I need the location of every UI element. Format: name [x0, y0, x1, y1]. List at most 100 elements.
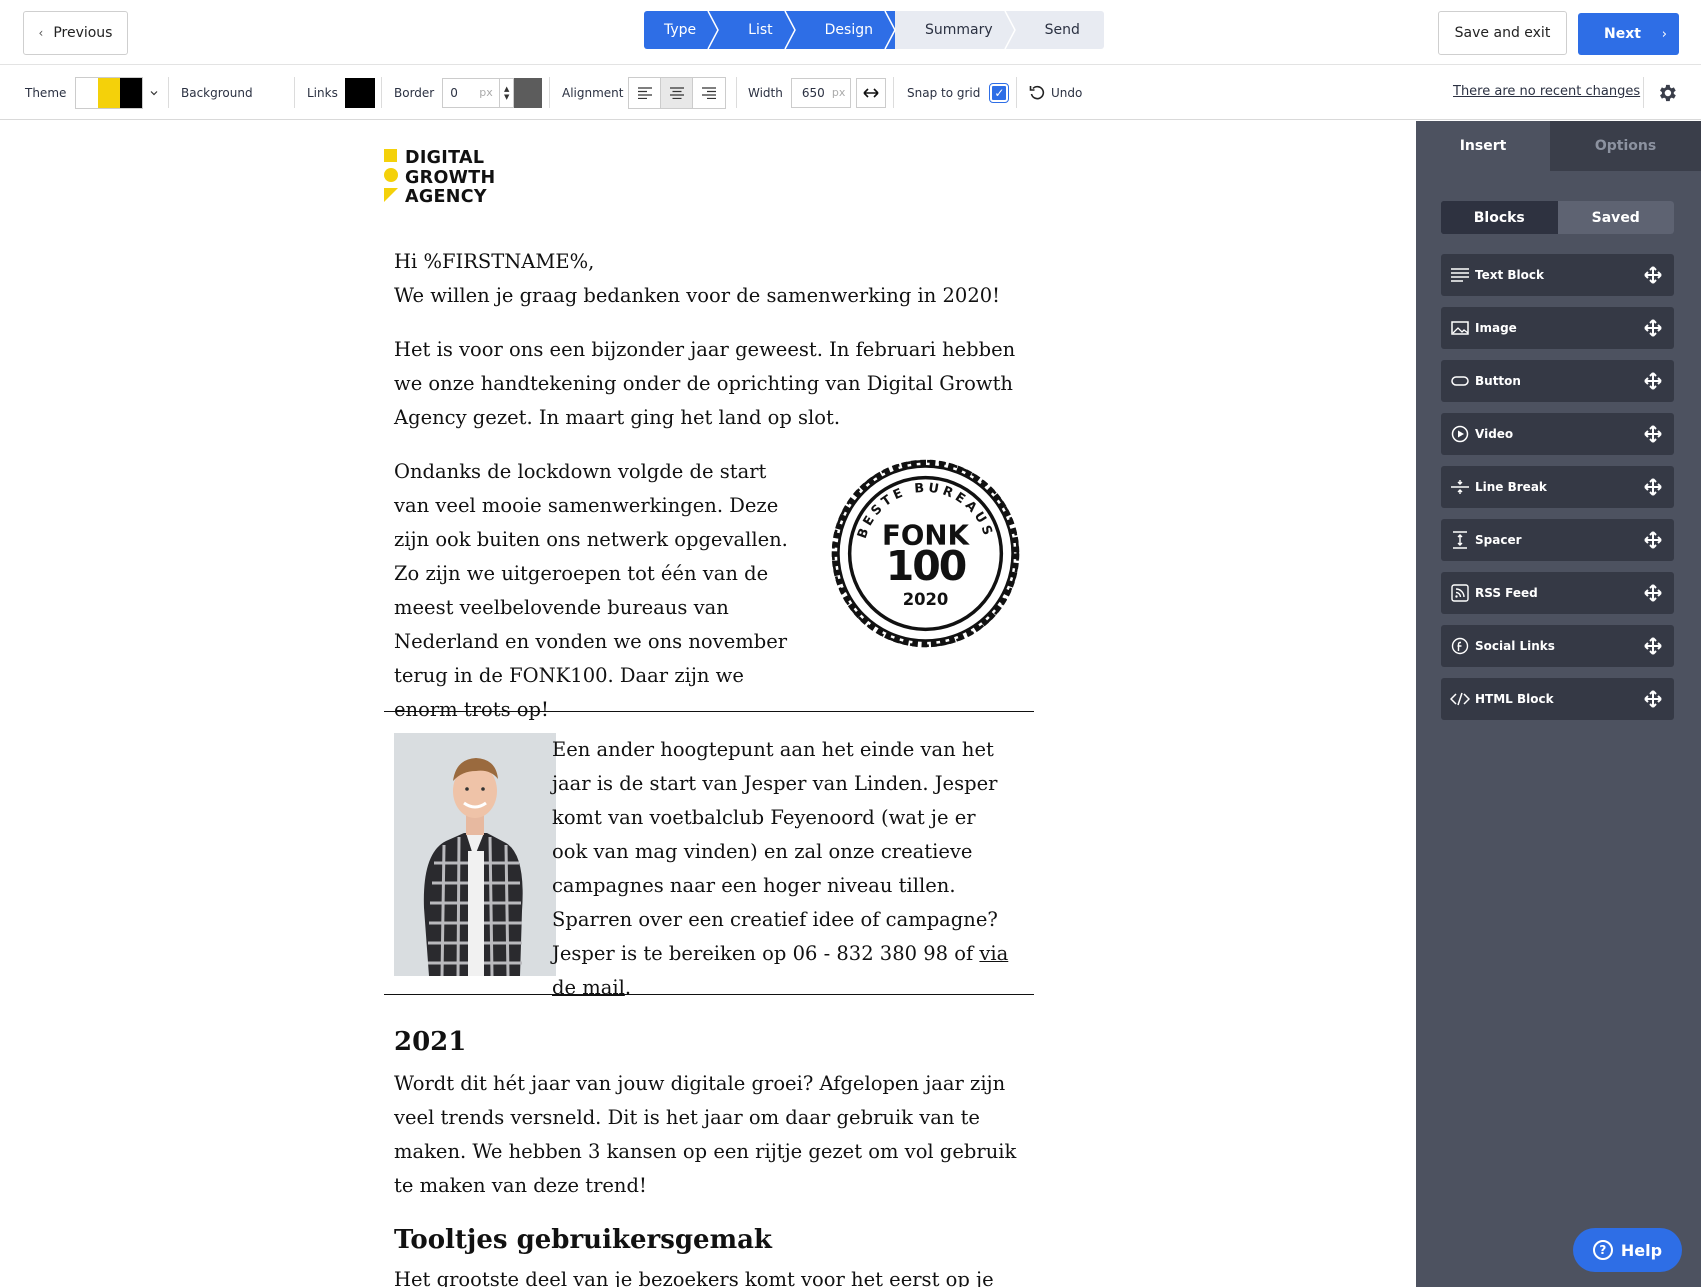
- text-block-2021[interactable]: Wordt dit hét jaar van jouw digitale gro…: [394, 1067, 1024, 1203]
- chevron-left-icon: ‹: [38, 26, 44, 40]
- panel-tabs: Insert Options: [1416, 121, 1701, 171]
- border-width-input[interactable]: 0 px ▲ ▼: [442, 77, 515, 108]
- step-design-label: Design: [824, 22, 873, 38]
- background-control[interactable]: Background: [181, 65, 253, 120]
- move-icon[interactable]: [1644, 584, 1662, 602]
- text-block-icon: [1450, 265, 1470, 285]
- block-item-button[interactable]: Button: [1441, 360, 1674, 402]
- badge-year-text: 2020: [903, 590, 949, 609]
- tab-options[interactable]: Options: [1550, 121, 1701, 171]
- block-label: Text Block: [1475, 268, 1544, 282]
- question-icon: ?: [1592, 1240, 1613, 1260]
- heading-tooltjes[interactable]: Tooltjes gebruikersgemak: [394, 1225, 772, 1255]
- theme-label: Theme: [25, 85, 67, 100]
- jesper-text-end: .: [624, 976, 632, 999]
- text-block-tooltjes[interactable]: Het grootste deel van je bezoekers komt …: [394, 1263, 1024, 1287]
- step-summary[interactable]: Summary: [894, 11, 1016, 49]
- text-block-greeting[interactable]: Hi %FIRSTNAME%, We willen je graag bedan…: [394, 245, 1024, 313]
- line-break[interactable]: [384, 994, 1034, 995]
- save-and-exit-button[interactable]: Save and exit: [1438, 11, 1567, 55]
- move-icon[interactable]: [1644, 266, 1662, 284]
- move-icon[interactable]: [1644, 637, 1662, 655]
- align-right-button[interactable]: [693, 78, 725, 108]
- block-label: HTML Block: [1475, 692, 1554, 706]
- block-item-video[interactable]: Video: [1441, 413, 1674, 455]
- block-label: Video: [1475, 427, 1514, 441]
- tab-insert[interactable]: Insert: [1416, 121, 1550, 171]
- links-control: Links: [307, 65, 375, 120]
- team-member-photo[interactable]: [394, 733, 556, 976]
- text-block-jesper[interactable]: Een ander hoogtepunt aan het einde van h…: [552, 733, 1012, 1005]
- blocks-saved-toggle: Blocks Saved: [1441, 201, 1674, 234]
- step-send[interactable]: Send: [1014, 11, 1104, 49]
- step-list[interactable]: List: [718, 11, 796, 49]
- move-icon[interactable]: [1644, 690, 1662, 708]
- align-left-icon: [637, 86, 652, 99]
- step-type-label: Type: [664, 22, 697, 38]
- next-button[interactable]: Next ›: [1578, 13, 1679, 55]
- horizontal-arrows-icon: [863, 87, 879, 98]
- email-canvas[interactable]: DIGITAL GROWTH AGENCY Hi %FIRSTNAME%, We…: [0, 121, 1416, 1287]
- step-send-label: Send: [1044, 22, 1080, 38]
- block-item-rss-feed[interactable]: RSS Feed: [1441, 572, 1674, 614]
- align-center-button[interactable]: [661, 77, 694, 108]
- recent-changes-link[interactable]: There are no recent changes: [1453, 84, 1640, 99]
- heading-2021[interactable]: 2021: [394, 1027, 466, 1057]
- move-icon[interactable]: [1644, 319, 1662, 337]
- block-item-social-links[interactable]: Social Links: [1441, 625, 1674, 667]
- help-button[interactable]: ? Help: [1573, 1228, 1682, 1272]
- border-color-picker[interactable]: [514, 77, 543, 108]
- step-separator-icon: [884, 11, 896, 49]
- undo-button[interactable]: Undo: [1029, 65, 1082, 120]
- move-icon[interactable]: [1644, 425, 1662, 443]
- move-icon[interactable]: [1644, 478, 1662, 496]
- line-break[interactable]: [384, 711, 1034, 712]
- snap-to-grid-checkbox[interactable]: ✓: [989, 82, 1010, 103]
- fonk100-badge-image[interactable]: BESTE BUREAUS FONK 100 2020: [823, 451, 1028, 656]
- width-control: Width 650 px: [748, 65, 886, 120]
- width-input[interactable]: 650 px: [790, 77, 851, 108]
- html-block-icon: [1450, 689, 1470, 709]
- border-stepper[interactable]: ▲ ▼: [499, 78, 513, 107]
- block-label: Social Links: [1475, 639, 1555, 653]
- greeting-text: Hi %FIRSTNAME%,: [394, 250, 595, 273]
- links-color-picker[interactable]: [344, 77, 375, 108]
- jesper-text: Een ander hoogtepunt aan het einde van h…: [552, 738, 998, 965]
- segment-saved[interactable]: Saved: [1557, 201, 1674, 234]
- logo-text: DIGITAL GROWTH AGENCY: [405, 148, 495, 208]
- theme-swatch-black: [120, 77, 143, 108]
- chevron-down-icon[interactable]: [149, 88, 159, 98]
- full-width-button[interactable]: [855, 77, 886, 108]
- block-item-line-break[interactable]: Line Break: [1441, 466, 1674, 508]
- align-center-icon: [669, 86, 684, 99]
- segment-blocks[interactable]: Blocks: [1441, 201, 1558, 234]
- logo-mark-icon: [384, 149, 400, 205]
- step-type[interactable]: Type: [644, 11, 720, 49]
- move-icon[interactable]: [1644, 531, 1662, 549]
- button-icon: [1450, 371, 1470, 391]
- theme-picker[interactable]: [75, 76, 144, 109]
- help-label: Help: [1620, 1240, 1663, 1260]
- video-icon: [1450, 424, 1470, 444]
- block-item-text-block[interactable]: Text Block: [1441, 254, 1674, 296]
- text-block-intro[interactable]: Het is voor ons een bijzonder jaar gewee…: [394, 333, 1024, 435]
- badge-100-text: 100: [886, 542, 966, 590]
- editor-side-panel: Insert Options Blocks Saved Text Block I…: [1416, 121, 1701, 1287]
- align-left-button[interactable]: [629, 77, 662, 108]
- thanks-text: We willen je graag bedanken voor de same…: [394, 284, 1000, 307]
- save-and-exit-label: Save and exit: [1454, 25, 1551, 41]
- block-item-html-block[interactable]: HTML Block: [1441, 678, 1674, 720]
- block-label: RSS Feed: [1475, 586, 1538, 600]
- text-block-lockdown[interactable]: Ondanks de lockdown volgde de start van …: [394, 455, 799, 727]
- top-navigation-bar: ‹ Previous Type List Design Summary Send…: [0, 0, 1701, 65]
- block-item-spacer[interactable]: Spacer: [1441, 519, 1674, 561]
- block-item-image[interactable]: Image: [1441, 307, 1674, 349]
- move-icon[interactable]: [1644, 372, 1662, 390]
- gear-icon[interactable]: [1656, 82, 1678, 104]
- agency-logo: DIGITAL GROWTH AGENCY: [384, 148, 495, 208]
- previous-button[interactable]: ‹ Previous: [23, 11, 128, 55]
- background-label: Background: [181, 85, 253, 100]
- undo-icon: [1029, 85, 1045, 99]
- logo-line: DIGITAL: [405, 148, 485, 168]
- step-design[interactable]: Design: [794, 11, 896, 49]
